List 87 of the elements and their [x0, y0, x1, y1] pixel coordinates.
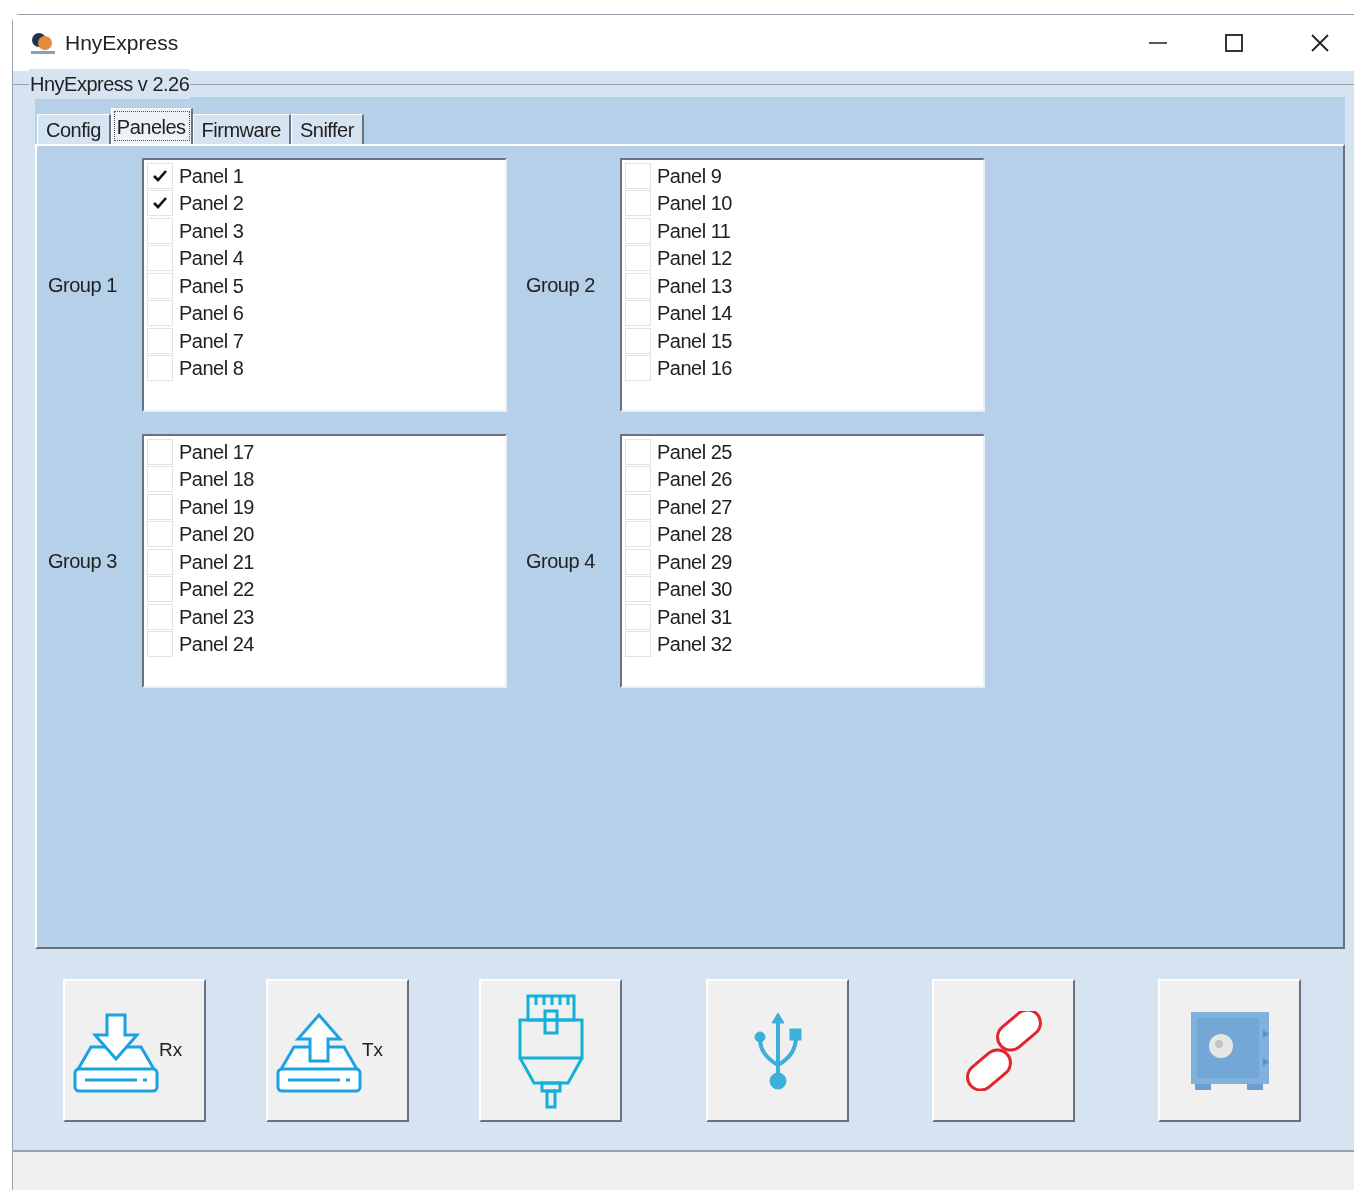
checkbox-label: Panel 17 — [179, 439, 254, 465]
checkbox-label: Panel 12 — [657, 246, 732, 272]
checkbox-label: Panel 14 — [657, 301, 732, 327]
checkbox[interactable] — [147, 466, 173, 493]
checkbox-label: Panel 19 — [179, 494, 254, 520]
toolbar-button[interactable] — [706, 979, 849, 1122]
checkbox[interactable] — [625, 190, 651, 217]
checkbox[interactable] — [147, 217, 173, 244]
group-label: Group 4 — [526, 549, 596, 574]
toolbar-button[interactable] — [479, 979, 622, 1122]
checkbox[interactable] — [625, 466, 651, 493]
checkbox[interactable] — [625, 217, 651, 244]
checkbox[interactable] — [625, 162, 651, 189]
checkbox-label: Panel 25 — [657, 439, 732, 465]
receive-button[interactable]: Rx — [63, 979, 206, 1122]
checkmark-icon — [152, 168, 168, 183]
checkbox-label: Panel 4 — [179, 246, 244, 272]
checkbox[interactable] — [147, 355, 173, 382]
checkbox-label: Panel 27 — [657, 494, 732, 520]
checkbox-label: Panel 11 — [657, 218, 731, 244]
checkbox[interactable] — [147, 245, 173, 272]
checkbox-label: Panel 23 — [179, 604, 254, 630]
checkbox-label: Panel 15 — [657, 328, 732, 354]
checkbox[interactable] — [625, 245, 651, 272]
tab[interactable]: Sniffer — [290, 114, 364, 144]
checkbox-label: Panel 8 — [179, 356, 244, 382]
checkbox[interactable] — [625, 493, 651, 520]
checkbox[interactable] — [147, 631, 173, 658]
checkbox-label: Panel 3 — [179, 218, 244, 244]
checkbox[interactable] — [625, 438, 651, 465]
checkbox[interactable] — [147, 493, 173, 520]
checkmark-icon — [152, 196, 168, 211]
checkbox-label: Panel 24 — [179, 632, 254, 658]
group-box-title: HnyExpress v 2.26 — [29, 69, 191, 99]
checkbox-label: Panel 20 — [179, 522, 254, 548]
checkbox[interactable] — [147, 548, 173, 575]
checkbox[interactable] — [625, 631, 651, 658]
checkbox-label: Panel 10 — [657, 191, 732, 217]
checkbox-label: Panel 6 — [179, 301, 244, 327]
checkbox[interactable] — [625, 548, 651, 575]
checkbox[interactable] — [625, 603, 651, 630]
group-label: Group 1 — [48, 273, 118, 298]
checkbox-label: Panel 26 — [657, 467, 732, 493]
group-label: Group 2 — [526, 273, 596, 298]
checkbox[interactable] — [625, 355, 651, 382]
checkbox-label: Panel 5 — [179, 273, 244, 299]
checkbox[interactable] — [625, 327, 651, 354]
tab[interactable]: Firmware — [192, 114, 291, 144]
checkbox-label: Panel 29 — [657, 549, 732, 575]
tab[interactable]: Config — [37, 114, 111, 144]
checkbox-label: Panel 2 — [179, 191, 244, 217]
toolbar-button[interactable] — [1158, 979, 1301, 1122]
checkbox[interactable] — [147, 327, 173, 354]
checkbox-label: Panel 16 — [657, 356, 732, 382]
checkbox[interactable] — [147, 190, 173, 217]
checkbox[interactable] — [147, 603, 173, 630]
checkbox-label: Panel 9 — [657, 163, 722, 189]
checkbox-label: Panel 21 — [179, 549, 254, 575]
app-logo-icon — [29, 30, 57, 56]
checkbox-label: Panel 18 — [179, 467, 254, 493]
tab[interactable]: Paneles — [110, 108, 193, 144]
checkbox[interactable] — [147, 300, 173, 327]
checkbox[interactable] — [625, 272, 651, 299]
maximize-icon[interactable] — [1224, 33, 1244, 53]
usb-icon — [752, 1010, 803, 1091]
checkbox-label: Panel 13 — [657, 273, 732, 299]
checkbox[interactable] — [147, 576, 173, 603]
checkbox[interactable] — [147, 162, 173, 189]
checkbox[interactable] — [147, 438, 173, 465]
group-label: Group 3 — [48, 549, 118, 574]
checkbox-label: Panel 22 — [179, 577, 254, 603]
checkbox[interactable] — [147, 521, 173, 548]
checkbox[interactable] — [625, 521, 651, 548]
checkbox-label: Panel 32 — [657, 632, 732, 658]
checkbox[interactable] — [625, 576, 651, 603]
checkbox-label: Panel 7 — [179, 328, 244, 354]
checkbox-label: Panel 30 — [657, 577, 732, 603]
close-icon[interactable] — [1310, 33, 1330, 53]
checkbox-label: Panel 1 — [179, 163, 244, 189]
transmit-button[interactable]: Tx — [266, 979, 409, 1122]
checkbox[interactable] — [147, 272, 173, 299]
checkbox-label: Panel 31 — [657, 604, 732, 630]
safe-icon — [1188, 1009, 1271, 1092]
checkbox-label: Panel 28 — [657, 522, 732, 548]
toolbar-button[interactable] — [932, 979, 1075, 1122]
checkbox[interactable] — [625, 300, 651, 327]
window-title: HnyExpress — [65, 30, 179, 57]
